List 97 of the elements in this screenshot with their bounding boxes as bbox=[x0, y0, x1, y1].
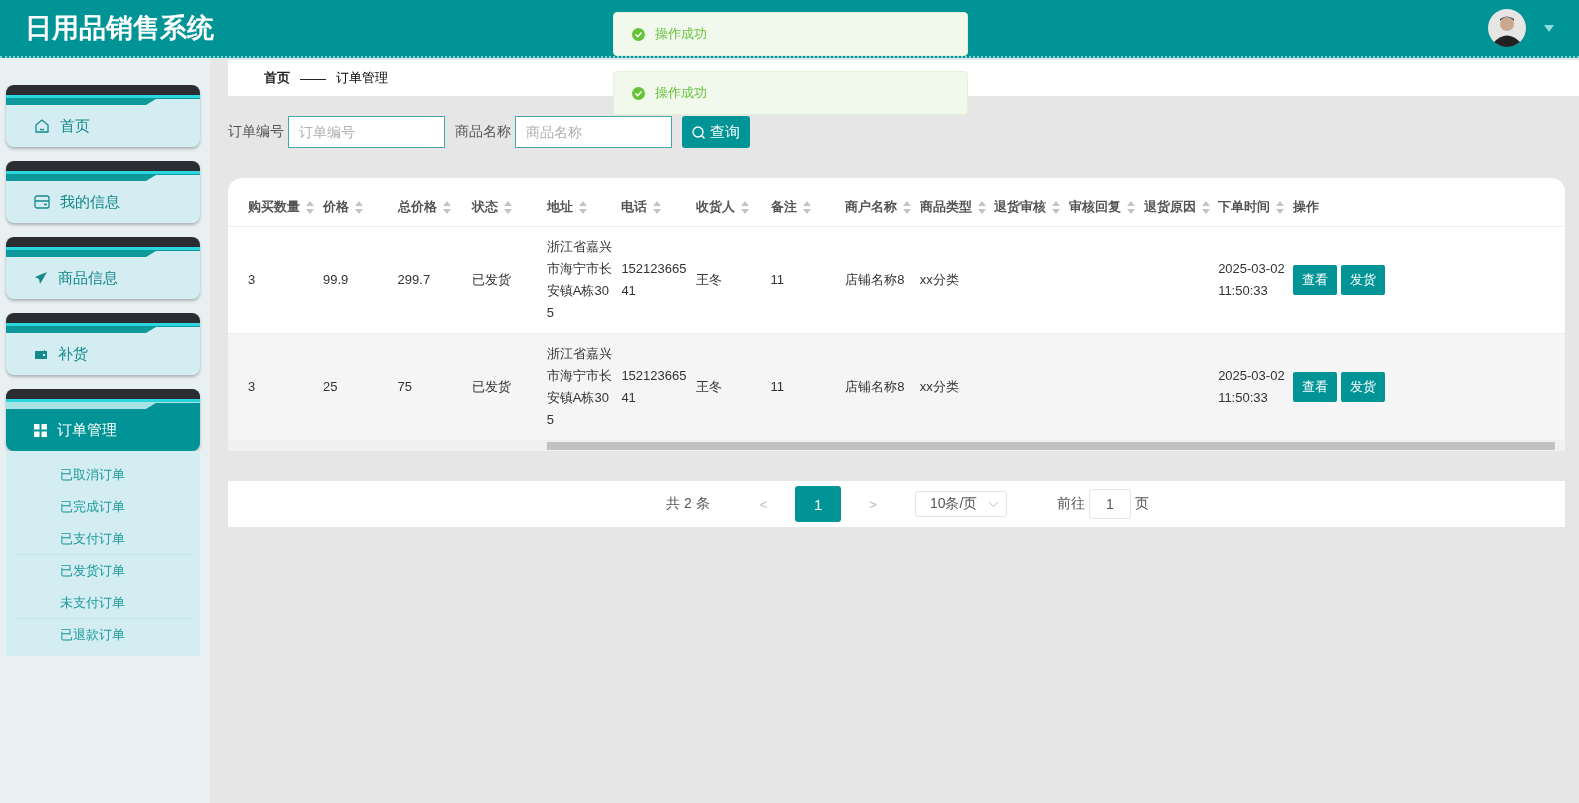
sort-icon[interactable] bbox=[306, 200, 314, 214]
breadcrumb-current: 订单管理 bbox=[336, 69, 388, 87]
sidebar-item[interactable]: 首页 bbox=[6, 85, 200, 147]
column-header[interactable]: 下单时间 bbox=[1218, 198, 1285, 216]
table-cell: 15212366541 bbox=[621, 368, 687, 405]
goto-label: 前往 bbox=[1056, 495, 1085, 513]
column-header[interactable]: 状态 bbox=[472, 198, 513, 216]
table-cell: 299.7 bbox=[397, 272, 431, 287]
sidebar-item[interactable]: 订单管理 bbox=[6, 389, 200, 451]
table-cell: 15212366541 bbox=[621, 261, 687, 298]
submenu-item[interactable]: 已退款订单 bbox=[14, 618, 192, 650]
total-count: 共 2 条 bbox=[666, 495, 710, 513]
column-header[interactable]: 地址 bbox=[546, 198, 587, 216]
action-button[interactable]: 查看 bbox=[1292, 372, 1337, 402]
caret-icon[interactable] bbox=[1544, 24, 1554, 32]
column-header[interactable]: 收货人 bbox=[695, 198, 749, 216]
next-page-button[interactable]: > bbox=[863, 495, 883, 513]
card-icon bbox=[34, 195, 50, 209]
table-cell: 25 bbox=[323, 379, 338, 394]
app-title: 日用品销售系统 bbox=[25, 12, 214, 45]
column-header[interactable]: 退货原因 bbox=[1143, 198, 1210, 216]
search-field[interactable]: 商品名称 bbox=[515, 116, 672, 148]
field-label: 商品名称 bbox=[455, 123, 511, 141]
submenu-item[interactable]: 已取消订单 bbox=[14, 458, 192, 490]
column-header[interactable]: 购买数量 bbox=[248, 198, 314, 216]
table-cell: 2025-03-02 11:50:33 bbox=[1218, 261, 1285, 298]
horizontal-scrollbar[interactable] bbox=[228, 441, 1565, 451]
sort-icon[interactable] bbox=[1126, 200, 1135, 214]
column-header[interactable]: 商品类型 bbox=[919, 198, 986, 216]
chevron-down-icon bbox=[988, 501, 998, 507]
wallet-icon bbox=[34, 348, 48, 360]
column-header[interactable]: 商户名称 bbox=[845, 198, 912, 216]
table-cell: 王冬 bbox=[695, 272, 722, 287]
sort-icon[interactable] bbox=[653, 200, 662, 214]
submenu-item[interactable]: 已完成订单 bbox=[14, 490, 192, 522]
sort-icon[interactable] bbox=[903, 200, 912, 214]
table-cell: 店铺名称8 bbox=[845, 272, 905, 287]
search-button[interactable]: 查询 bbox=[682, 116, 750, 148]
column-header[interactable]: 审核回复 bbox=[1068, 198, 1135, 216]
sidebar-item[interactable]: 我的信息 bbox=[6, 161, 200, 223]
table-cell: 王冬 bbox=[695, 379, 722, 394]
table-cell: 已发货 bbox=[472, 272, 512, 287]
table-cell: 99.9 bbox=[323, 272, 349, 287]
column-header[interactable]: 电话 bbox=[621, 198, 662, 216]
table-cell: 3 bbox=[248, 272, 256, 287]
success-toast: 操作成功 bbox=[613, 71, 968, 115]
sort-icon[interactable] bbox=[578, 200, 587, 214]
column-header[interactable]: 总价格 bbox=[397, 198, 451, 216]
sort-icon[interactable] bbox=[1052, 200, 1061, 214]
page-size-select[interactable]: 10条/页 bbox=[914, 491, 1007, 517]
field-label: 订单编号 bbox=[228, 123, 284, 141]
sort-icon[interactable] bbox=[740, 200, 749, 214]
submenu-item[interactable]: 已发货订单 bbox=[14, 554, 192, 586]
sort-icon[interactable] bbox=[504, 200, 513, 214]
table-cell: 3 bbox=[248, 379, 256, 394]
sidebar-item[interactable]: 商品信息 bbox=[6, 237, 200, 299]
column-header[interactable]: 退货审核 bbox=[994, 198, 1061, 216]
sort-icon[interactable] bbox=[1201, 200, 1210, 214]
page-number-field[interactable]: 1 bbox=[1088, 489, 1131, 519]
sort-icon[interactable] bbox=[977, 200, 986, 214]
grid-icon bbox=[34, 423, 47, 437]
previous-page-button[interactable]: < bbox=[753, 495, 774, 513]
sort-icon[interactable] bbox=[442, 200, 451, 214]
paper-plane-icon bbox=[34, 271, 48, 285]
table-cell: 已发货 bbox=[472, 379, 512, 394]
table-cell: 11 bbox=[770, 379, 785, 394]
table-cell: 浙江省嘉兴市海宁市长安镇A栋305 bbox=[546, 346, 612, 427]
check-circle-icon bbox=[632, 86, 645, 100]
search-icon bbox=[692, 125, 705, 139]
sidebar-item[interactable]: 补货 bbox=[6, 313, 200, 375]
avatar[interactable] bbox=[1488, 9, 1526, 47]
table-cell: 店铺名称8 bbox=[845, 379, 905, 394]
breadcrumb-link[interactable]: 首页 bbox=[264, 69, 290, 87]
breadcrumb-separator: —— bbox=[300, 70, 326, 86]
home-icon bbox=[34, 118, 50, 134]
table-cell: 75 bbox=[397, 379, 413, 394]
success-toast: 操作成功 bbox=[613, 12, 968, 56]
submenu-item[interactable]: 已支付订单 bbox=[14, 522, 192, 554]
table-cell: 2025-03-02 11:50:33 bbox=[1218, 368, 1285, 405]
column-header[interactable]: 备注 bbox=[770, 198, 811, 216]
action-button[interactable]: 查看 bbox=[1292, 265, 1337, 295]
table-cell: xx分类 bbox=[919, 379, 959, 394]
sort-icon[interactable] bbox=[355, 200, 363, 214]
sort-icon[interactable] bbox=[802, 200, 811, 214]
table-cell: xx分类 bbox=[919, 272, 959, 287]
column-header[interactable]: 价格 bbox=[323, 198, 363, 216]
page-suffix: 页 bbox=[1134, 495, 1149, 513]
column-header[interactable]: 操作 bbox=[1292, 198, 1319, 216]
action-button[interactable]: 发货 bbox=[1340, 265, 1385, 295]
action-button[interactable]: 发货 bbox=[1340, 372, 1385, 402]
table-cell: 浙江省嘉兴市海宁市长安镇A栋305 bbox=[546, 239, 612, 320]
page-button[interactable]: 1 bbox=[795, 486, 842, 522]
search-field[interactable]: 订单编号 bbox=[288, 116, 445, 148]
submenu-item[interactable]: 未支付订单 bbox=[14, 586, 192, 618]
sort-icon[interactable] bbox=[1276, 200, 1285, 214]
check-circle-icon bbox=[632, 27, 645, 41]
table-cell: 11 bbox=[770, 272, 785, 287]
